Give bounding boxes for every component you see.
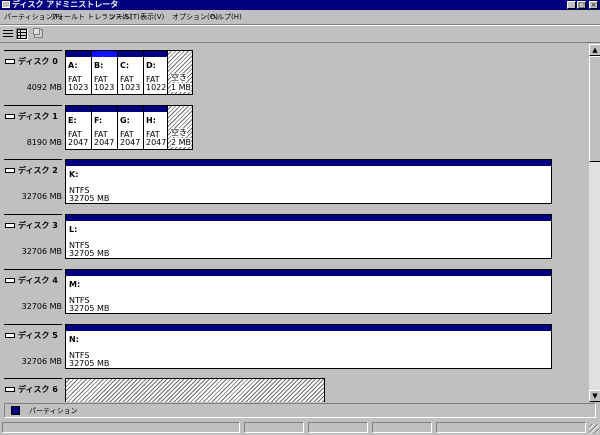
minimize-button[interactable]: _ bbox=[567, 1, 576, 9]
disk-6-free-space[interactable] bbox=[65, 378, 325, 402]
disk-size: 4092 MB bbox=[26, 83, 62, 92]
disk-0-label[interactable]: ディスク 0 4092 MB bbox=[4, 50, 62, 95]
disk-4-label[interactable]: ディスク 4 32706 MB bbox=[4, 269, 62, 314]
partition-f[interactable]: F: FAT 2047 bbox=[92, 106, 118, 149]
scroll-thumb[interactable] bbox=[589, 56, 600, 162]
status-pane-4 bbox=[372, 422, 432, 433]
partition-b[interactable]: B: FAT 1023 bbox=[92, 51, 118, 94]
disk-1-partitions: E: FAT 2047 F: FAT 2047 G: FAT 2047 H: F… bbox=[65, 105, 193, 150]
partition-e[interactable]: E: FAT 2047 bbox=[66, 106, 92, 149]
status-pane-3 bbox=[308, 422, 368, 433]
menu-tools[interactable]: ツール(T) bbox=[109, 12, 140, 22]
disk-5-label[interactable]: ディスク 5 32706 MB bbox=[4, 324, 62, 369]
disk-name: ディスク 4 bbox=[18, 276, 58, 285]
resize-grip-icon[interactable] bbox=[589, 424, 599, 434]
disk-0-partitions: A: FAT 1023 B: FAT 1023 C: FAT 1023 D: F… bbox=[65, 50, 193, 95]
close-button[interactable]: × bbox=[589, 1, 598, 9]
partition-c[interactable]: C: FAT 1023 bbox=[118, 51, 144, 94]
status-pane-5 bbox=[436, 422, 586, 433]
partition-k[interactable]: K: NTFS 32705 MB bbox=[65, 159, 552, 204]
vertical-scrollbar[interactable]: ▲ ▼ bbox=[588, 44, 600, 402]
status-bar bbox=[0, 420, 600, 435]
disk-config-view-icon[interactable] bbox=[16, 28, 28, 40]
partition-a[interactable]: A: FAT 1023 bbox=[66, 51, 92, 94]
legend: パーティション bbox=[4, 403, 596, 418]
partition-n[interactable]: N: NTFS 32705 MB bbox=[65, 324, 552, 369]
free-space[interactable]: 空き 1 MB bbox=[168, 51, 192, 94]
disk-name: ディスク 0 bbox=[18, 57, 58, 66]
app-icon[interactable] bbox=[2, 1, 10, 8]
disk-name: ディスク 2 bbox=[18, 166, 58, 175]
menu-view[interactable]: 表示(V) bbox=[140, 12, 164, 22]
disk-drive-icon bbox=[5, 278, 15, 283]
disk-drive-icon bbox=[5, 387, 15, 392]
disk-name: ディスク 6 bbox=[18, 385, 58, 394]
disk-name: ディスク 3 bbox=[18, 221, 58, 230]
disk-3-label[interactable]: ディスク 3 32706 MB bbox=[4, 214, 62, 259]
disk-name: ディスク 5 bbox=[18, 331, 58, 340]
status-pane-2 bbox=[244, 422, 304, 433]
disk-administrator-window: ディスク アドミニストレータ _ □ × パーティション(P) フォールト トレ… bbox=[0, 0, 600, 435]
title-bar[interactable]: ディスク アドミニストレータ _ □ × bbox=[0, 0, 600, 10]
disk-6-label[interactable]: ディスク 6 bbox=[4, 378, 62, 402]
scroll-down-button[interactable]: ▼ bbox=[589, 390, 600, 402]
partition-color-swatch bbox=[11, 406, 20, 415]
partition-d[interactable]: D: FAT 1022 bbox=[144, 51, 168, 94]
menu-bar: パーティション(P) フォールト トレランス(S) ツール(T) 表示(V) オ… bbox=[0, 10, 600, 25]
maximize-button[interactable]: □ bbox=[577, 1, 586, 9]
disk-name: ディスク 1 bbox=[18, 112, 58, 121]
partition-m[interactable]: M: NTFS 32705 MB bbox=[65, 269, 552, 314]
disk-size: 32706 MB bbox=[21, 247, 62, 256]
disk-drive-icon bbox=[5, 223, 15, 228]
disk-size: 32706 MB bbox=[21, 357, 62, 366]
status-pane-1 bbox=[2, 422, 240, 433]
menu-help[interactable]: ヘルプ(H) bbox=[210, 12, 242, 22]
disk-list-area: ディスク 0 4092 MB A: FAT 1023 B: FAT 1023 C… bbox=[0, 44, 588, 402]
window-title: ディスク アドミニストレータ bbox=[12, 0, 119, 9]
scroll-up-button[interactable]: ▲ bbox=[589, 44, 600, 56]
legend-label: パーティション bbox=[29, 407, 78, 415]
partition-h[interactable]: H: FAT 2047 bbox=[144, 106, 168, 149]
properties-icon[interactable] bbox=[32, 28, 44, 40]
partition-l[interactable]: L: NTFS 32705 MB bbox=[65, 214, 552, 259]
partition-g[interactable]: G: FAT 2047 bbox=[118, 106, 144, 149]
free-space[interactable]: 空き 2 MB bbox=[168, 106, 192, 149]
disk-drive-icon bbox=[5, 333, 15, 338]
disk-size: 32706 MB bbox=[21, 192, 62, 201]
toolbar bbox=[0, 25, 600, 43]
disk-2-label[interactable]: ディスク 2 32706 MB bbox=[4, 159, 62, 204]
disk-drive-icon bbox=[5, 168, 15, 173]
disk-size: 32706 MB bbox=[21, 302, 62, 311]
disk-drive-icon bbox=[5, 59, 15, 64]
disk-1-label[interactable]: ディスク 1 8190 MB bbox=[4, 105, 62, 150]
disk-size: 8190 MB bbox=[26, 138, 62, 147]
volumes-view-icon[interactable] bbox=[2, 28, 14, 40]
disk-drive-icon bbox=[5, 114, 15, 119]
